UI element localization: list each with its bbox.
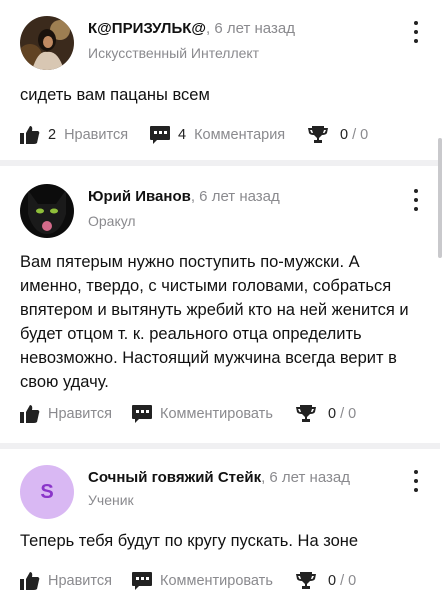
score-separator: / [336, 406, 349, 422]
like-button[interactable]: Нравится [20, 570, 112, 592]
vote-button[interactable]: 0 / 0 [296, 403, 356, 425]
author-rank: Ученик [88, 492, 134, 508]
more-vertical-icon[interactable] [410, 21, 422, 43]
score-down: 0 [360, 127, 369, 143]
score-up: 0 [328, 406, 337, 422]
score-up: 0 [340, 127, 349, 143]
avatar-letter: S [40, 480, 54, 503]
more-vertical-icon[interactable] [410, 189, 422, 211]
score-separator: / [336, 573, 349, 589]
thumbs-up-icon [20, 405, 40, 423]
like-label: Нравится [48, 406, 112, 422]
comment-icon [150, 126, 170, 144]
like-count: 2 [48, 127, 57, 143]
answer-card: К@ПРИЗУЛЬК@, 6 лет назад Искусственный И… [0, 0, 440, 160]
vote-score: 0 / 0 [328, 406, 356, 422]
comment-button[interactable]: Комментировать [132, 403, 273, 425]
trophy-icon [296, 405, 316, 423]
like-button[interactable]: Нравится [20, 403, 112, 425]
avatar[interactable]: S [20, 465, 74, 519]
comment-count: 4 [178, 127, 187, 143]
vote-button[interactable]: 0 / 0 [296, 570, 356, 592]
author-line: Сочный говяжий Стейк, 6 лет назад [88, 469, 350, 486]
comment-label: Комментировать [160, 406, 273, 422]
scrollbar[interactable] [438, 138, 442, 258]
action-bar: 2 Нравится 4 Комментария 0 / 0 [20, 124, 420, 146]
like-label: Нравится [64, 127, 129, 143]
timestamp: , 6 лет назад [190, 188, 280, 205]
score-down: 0 [348, 406, 357, 422]
answer-text: Теперь тебя будут по кругу пускать. На з… [20, 532, 359, 550]
timestamp: , 6 лет назад [206, 20, 295, 37]
author-name[interactable]: Юрий Иванов [88, 188, 191, 205]
vote-button[interactable]: 0 / 0 [308, 124, 368, 146]
vote-score: 0 / 0 [328, 573, 356, 589]
author-line: Юрий Иванов, 6 лет назад [88, 188, 280, 205]
comment-label: Комментировать [160, 573, 273, 589]
avatar[interactable] [20, 16, 74, 70]
thumbs-up-icon [20, 126, 40, 144]
action-bar: Нравится Комментировать 0 / 0 [20, 570, 420, 592]
timestamp: , 6 лет назад [261, 469, 350, 486]
more-vertical-icon[interactable] [410, 470, 422, 492]
vote-score: 0 / 0 [340, 127, 368, 143]
author-rank: Искусственный Интеллект [88, 45, 260, 61]
avatar[interactable] [20, 184, 74, 238]
like-button[interactable]: 2 Нравится [20, 124, 128, 146]
action-bar: Нравится Комментировать 0 / 0 [20, 403, 420, 425]
score-separator: / [348, 127, 361, 143]
comment-icon [132, 572, 152, 590]
comment-label: Комментария [194, 127, 286, 143]
answer-card: S Сочный говяжий Стейк, 6 лет назад Учен… [0, 449, 440, 604]
comment-icon [132, 405, 152, 423]
score-down: 0 [348, 573, 357, 589]
trophy-icon [296, 572, 316, 590]
author-line: К@ПРИЗУЛЬК@, 6 лет назад [88, 20, 295, 37]
comment-button[interactable]: Комментировать [132, 570, 273, 592]
author-name[interactable]: К@ПРИЗУЛЬК@ [88, 20, 206, 37]
score-up: 0 [328, 573, 337, 589]
answer-text: Вам пятерым нужно поступить по-мужски. А… [20, 253, 409, 391]
comments-button[interactable]: 4 Комментария [150, 124, 285, 146]
answer-text: сидеть вам пацаны всем [20, 86, 210, 104]
like-label: Нравится [48, 573, 112, 589]
answer-card: Юрий Иванов, 6 лет назад Оракул Вам пяте… [0, 166, 440, 443]
trophy-icon [308, 126, 328, 144]
author-name[interactable]: Сочный говяжий Стейк [88, 469, 261, 486]
thumbs-up-icon [20, 572, 40, 590]
author-rank: Оракул [88, 213, 136, 229]
